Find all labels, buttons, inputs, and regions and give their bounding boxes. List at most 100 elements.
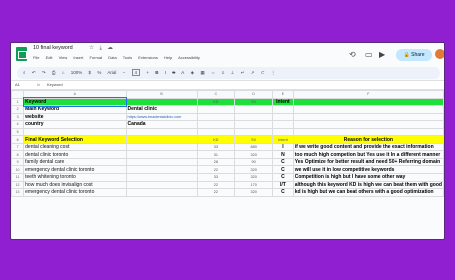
cell[interactable]: emergency dental clinic toronto: [23, 188, 127, 197]
cell[interactable]: Dental clinic: [125, 105, 198, 114]
cell[interactable]: dental clinic toronto: [23, 150, 127, 159]
row-number[interactable]: 7: [11, 142, 25, 152]
row-number[interactable]: 8: [11, 150, 25, 159]
menu-insert[interactable]: Insert: [73, 55, 83, 60]
font-size-input[interactable]: 4: [131, 69, 141, 76]
row-number[interactable]: 6: [11, 135, 25, 144]
column-header-b[interactable]: B: [125, 90, 198, 99]
row-number[interactable]: 2: [11, 105, 25, 114]
redo-icon[interactable]: ↷: [42, 70, 46, 75]
cell[interactable]: [292, 120, 444, 129]
cell[interactable]: we will use it in low competitive keywor…: [292, 165, 444, 174]
sheets-logo-icon[interactable]: [16, 47, 27, 61]
cell[interactable]: too much high competion but Yes use it I…: [292, 150, 444, 159]
cell[interactable]: 320: [234, 165, 274, 174]
italic-button[interactable]: I: [165, 70, 166, 75]
row-number[interactable]: 13: [11, 188, 25, 197]
cell[interactable]: [125, 157, 198, 167]
cell[interactable]: [234, 127, 274, 137]
cell[interactable]: [23, 127, 127, 137]
menu-tools[interactable]: Tools: [123, 55, 132, 60]
cell[interactable]: 33: [196, 173, 236, 182]
cell[interactable]: 22: [196, 188, 236, 197]
cell[interactable]: family dental care: [23, 157, 127, 167]
row-number[interactable]: 10: [11, 165, 25, 174]
paint-format-icon[interactable]: ⌂: [62, 70, 65, 75]
link-icon[interactable]: ⊂: [261, 70, 265, 75]
cell[interactable]: teeth whitening toronto: [23, 173, 127, 182]
strikethrough-button[interactable]: S: [172, 70, 175, 75]
cell[interactable]: [272, 120, 294, 129]
cell[interactable]: Reason for selection: [292, 135, 444, 144]
cell[interactable]: emergency dental clinic toronto: [23, 165, 127, 174]
cell[interactable]: C: [272, 173, 294, 182]
row-number[interactable]: 5: [11, 127, 25, 137]
cell[interactable]: [125, 127, 198, 137]
cell[interactable]: although this keyword KD is high we can …: [292, 180, 444, 190]
cell[interactable]: [125, 180, 198, 190]
column-header-e[interactable]: E: [272, 90, 294, 99]
cell[interactable]: how much does invisalign cost: [23, 180, 127, 190]
borders-icon[interactable]: ▦: [200, 70, 204, 75]
search-menus-icon[interactable]: ⌕: [23, 70, 26, 75]
cell[interactable]: [292, 105, 444, 114]
cell[interactable]: 22: [196, 165, 236, 174]
cell[interactable]: Final Keyword Selection: [23, 135, 127, 144]
column-header-a[interactable]: A: [23, 90, 127, 99]
cell[interactable]: Canada: [125, 120, 198, 129]
cell[interactable]: [196, 120, 236, 129]
cell[interactable]: [292, 112, 444, 122]
cell[interactable]: [196, 127, 236, 137]
document-title[interactable]: 10 final keyword: [33, 45, 73, 51]
cell[interactable]: Competition is high but I have some othe…: [292, 173, 444, 182]
cell[interactable]: [272, 127, 294, 137]
valign-icon[interactable]: ⊥: [231, 70, 235, 75]
undo-icon[interactable]: ↶: [32, 70, 36, 75]
cell[interactable]: [234, 112, 274, 122]
cell[interactable]: 28: [196, 157, 236, 167]
cell[interactable]: [292, 97, 444, 107]
cell[interactable]: I/T: [272, 180, 294, 190]
row-number[interactable]: 3: [11, 112, 25, 122]
cell[interactable]: Intent: [272, 97, 294, 107]
cell[interactable]: C: [272, 188, 294, 197]
column-header-c[interactable]: C: [196, 90, 236, 99]
cell[interactable]: [125, 97, 198, 107]
font-size-increase[interactable]: +: [146, 70, 149, 75]
font-select[interactable]: Arial: [107, 70, 116, 75]
cell[interactable]: [125, 150, 198, 159]
cell[interactable]: 90: [234, 157, 274, 167]
cell[interactable]: [234, 120, 274, 129]
cell[interactable]: 22: [196, 180, 236, 190]
cell[interactable]: Intent: [272, 135, 294, 144]
fill-color-icon[interactable]: ◈: [191, 70, 194, 75]
row-number[interactable]: 9: [11, 157, 25, 167]
cell[interactable]: kd is high but we can beat others with a…: [292, 188, 444, 197]
menu-data[interactable]: Data: [108, 55, 116, 60]
cell[interactable]: [234, 105, 274, 114]
row-number[interactable]: 12: [11, 180, 25, 190]
menu-file[interactable]: File: [33, 55, 39, 60]
align-icon[interactable]: ≡: [222, 70, 225, 75]
row-number[interactable]: 1: [11, 97, 25, 107]
cell[interactable]: [272, 105, 294, 114]
cell[interactable]: 320: [234, 188, 274, 197]
cell[interactable]: dental cleaning cost: [23, 142, 127, 152]
formula-input[interactable]: Keyword: [47, 81, 63, 89]
menu-extensions[interactable]: Extensions: [138, 55, 158, 60]
cell[interactable]: Yes Optimize for better result and need …: [292, 157, 444, 167]
cell[interactable]: [125, 142, 198, 152]
cell[interactable]: [125, 165, 198, 174]
cell[interactable]: [125, 173, 198, 182]
cell[interactable]: 320: [234, 150, 274, 159]
wrap-icon[interactable]: ↵: [241, 70, 245, 75]
cell[interactable]: 170: [234, 180, 274, 190]
cell[interactable]: Keyword: [22, 97, 128, 107]
currency-button[interactable]: $: [89, 70, 92, 75]
cell[interactable]: C: [272, 157, 294, 167]
cell[interactable]: I: [272, 142, 294, 152]
cell[interactable]: [272, 112, 294, 122]
name-box[interactable]: A1: [15, 81, 20, 89]
column-header-f[interactable]: F: [292, 90, 444, 99]
cell[interactable]: N: [272, 150, 294, 159]
